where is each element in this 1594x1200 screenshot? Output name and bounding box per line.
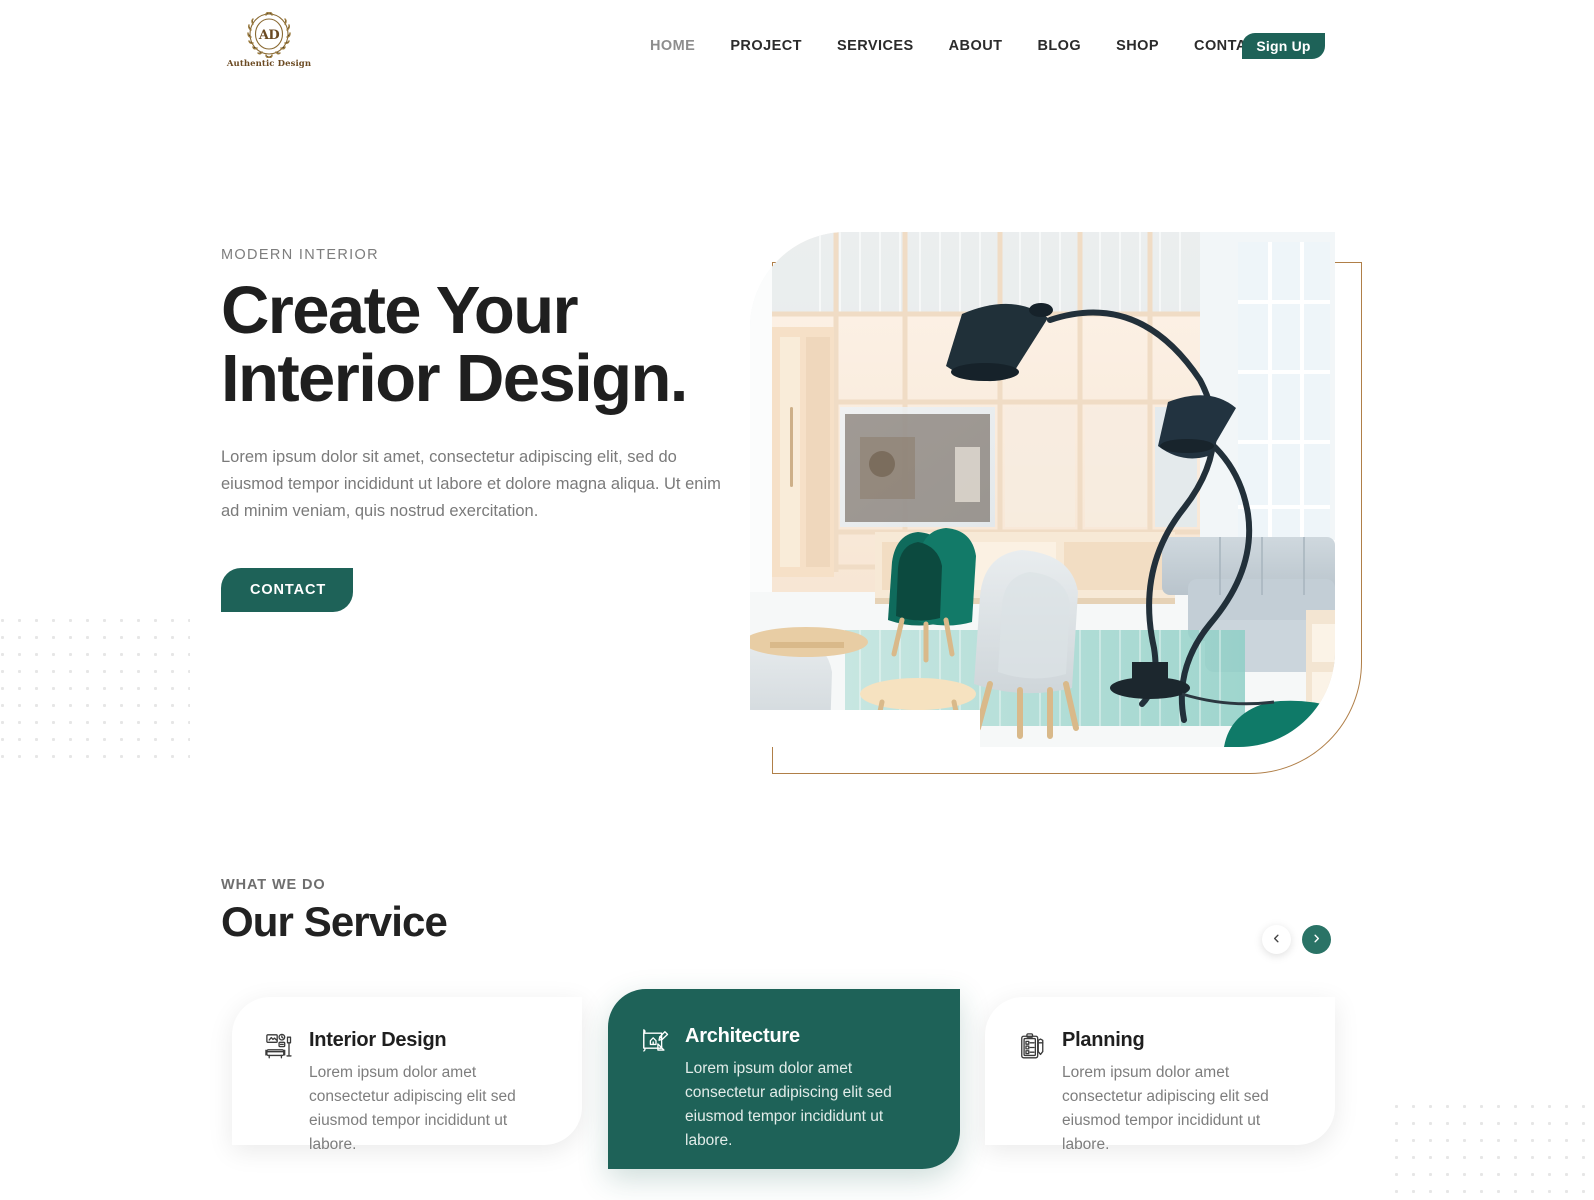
hero-title-line-2: Interior Design. — [221, 341, 688, 417]
carousel-prev-button[interactable] — [1262, 925, 1291, 954]
service-card-title: Architecture — [685, 1025, 800, 1047]
main-navigation: HOME PROJECT SERVICES ABOUT BLOG SHOP CO… — [650, 0, 1267, 92]
wreath-monogram-icon: AD — [243, 12, 295, 58]
nav-item-home[interactable]: HOME — [650, 32, 695, 60]
nav-item-project[interactable]: PROJECT — [730, 32, 802, 60]
brand-wordmark: Authentic Design — [226, 59, 312, 69]
service-card-title: Interior Design — [309, 1029, 447, 1051]
hero-copy: MODERN INTERIOR Create Your Interior Des… — [221, 247, 731, 612]
sign-up-button[interactable]: Sign Up — [1242, 33, 1325, 59]
blueprint-pencil-icon — [641, 1028, 671, 1058]
hero-title-line-1: Create Your — [221, 273, 579, 348]
nav-item-shop[interactable]: SHOP — [1116, 32, 1159, 60]
dot-pattern-right — [1388, 1098, 1594, 1200]
service-card-planning[interactable]: Planning Lorem ipsum dolor amet consecte… — [985, 997, 1335, 1153]
service-card-title: Planning — [1062, 1029, 1145, 1051]
clipboard-pen-icon — [1018, 1032, 1048, 1062]
service-card-list: Interior Design Lorem ipsum dolor amet c… — [232, 989, 1342, 1169]
service-card-text: Lorem ipsum dolor amet consectetur adipi… — [309, 1064, 516, 1154]
hero-title: Create Your Interior Design. — [221, 276, 731, 417]
svg-text:AD: AD — [258, 28, 280, 43]
nav-item-blog[interactable]: BLOG — [1037, 32, 1081, 60]
brand-logo[interactable]: AD Authentic Design — [227, 12, 311, 76]
nav-item-services[interactable]: SERVICES — [837, 32, 914, 60]
hero-eyebrow: MODERN INTERIOR — [221, 247, 379, 263]
service-card-text: Lorem ipsum dolor amet consectetur adipi… — [685, 1060, 892, 1150]
nav-item-about[interactable]: ABOUT — [949, 32, 1003, 60]
service-card-interior-design[interactable]: Interior Design Lorem ipsum dolor amet c… — [232, 997, 582, 1153]
services-eyebrow: WHAT WE DO — [221, 877, 326, 893]
hero-paragraph: Lorem ipsum dolor sit amet, consectetur … — [221, 447, 721, 521]
services-carousel-nav — [1262, 925, 1331, 954]
carousel-next-button[interactable] — [1302, 925, 1331, 954]
services-title: Our Service — [221, 898, 448, 945]
hero-image — [750, 232, 1335, 747]
service-card-architecture[interactable]: Architecture Lorem ipsum dolor amet cons… — [608, 989, 960, 1169]
sofa-lamp-icon — [265, 1032, 295, 1062]
chevron-left-icon — [1271, 932, 1282, 947]
site-header: AD Authentic Design HOME PROJECT SERVICE… — [0, 0, 1594, 92]
hero-contact-button[interactable]: CONTACT — [221, 567, 354, 612]
chevron-right-icon — [1311, 932, 1322, 947]
hero-section: MODERN INTERIOR Create Your Interior Des… — [0, 92, 1594, 774]
service-card-text: Lorem ipsum dolor amet consectetur adipi… — [1062, 1064, 1269, 1154]
